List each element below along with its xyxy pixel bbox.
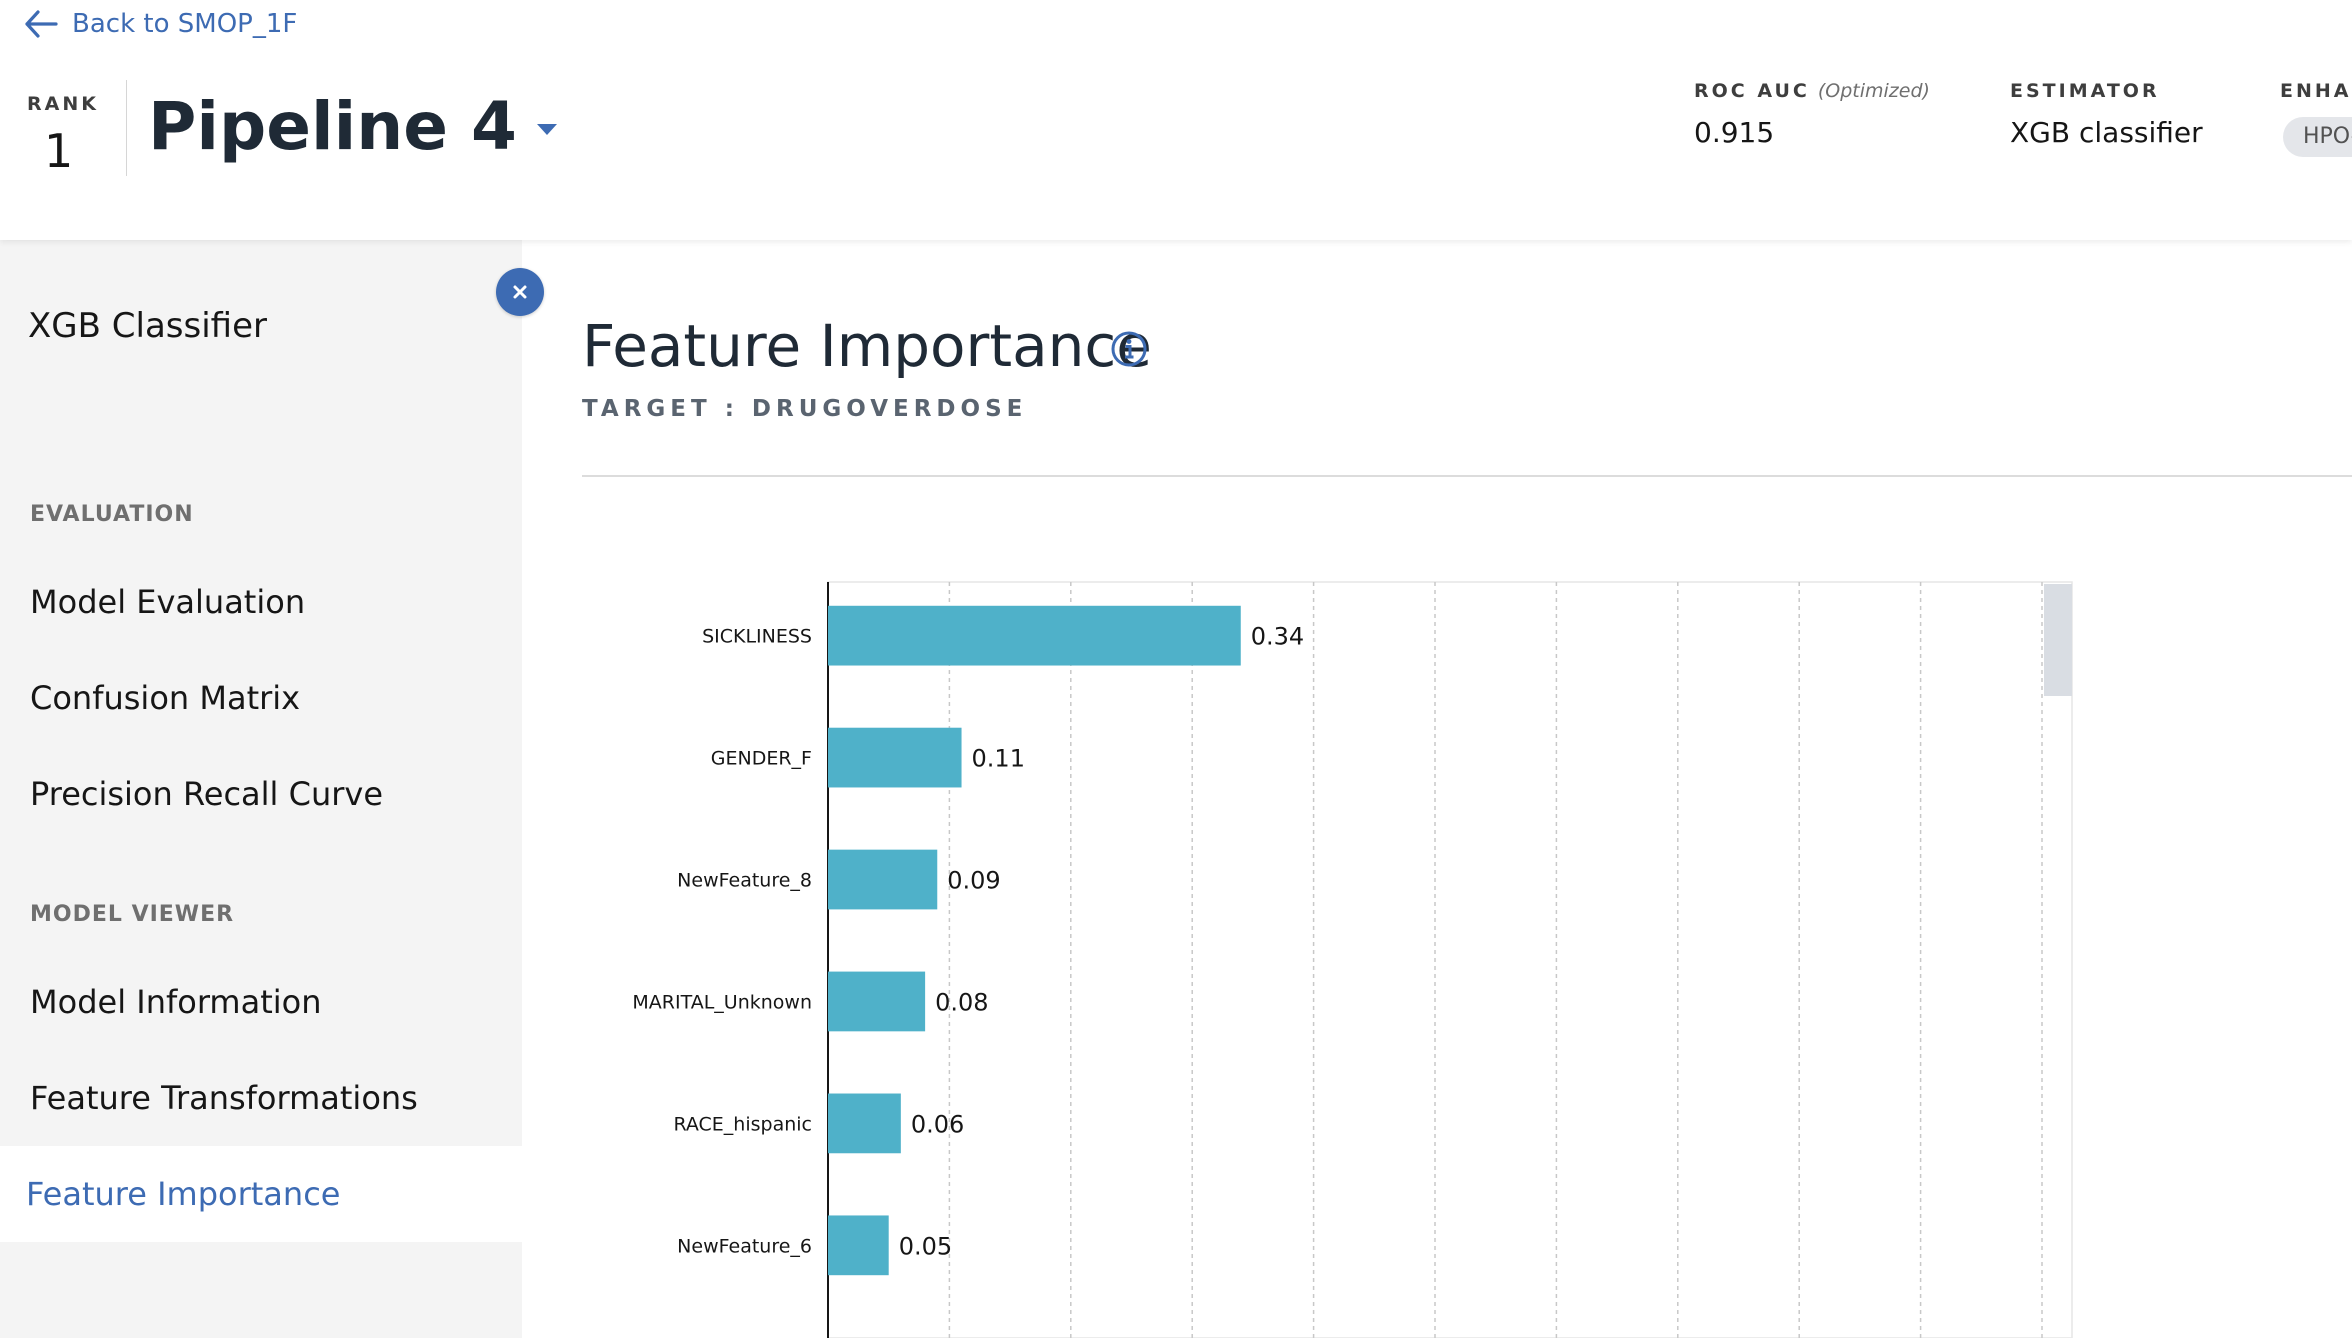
category-label: NewFeature_8: [677, 870, 812, 892]
value-label: 0.05: [899, 1232, 952, 1260]
enhancement-tag: HPO-: [2283, 117, 2352, 157]
nav-item-precision-recall-curve[interactable]: Precision Recall Curve: [0, 746, 522, 842]
back-link-label: Back to SMOP_1F: [72, 9, 298, 39]
category-label: RACE_hispanic: [673, 1113, 812, 1135]
rank-label: RANK: [27, 93, 99, 115]
section-label-evaluation: EVALUATION: [30, 502, 194, 527]
pipeline-selector[interactable]: Pipeline 4: [148, 88, 557, 165]
bar-newfeature-6: [828, 1215, 889, 1276]
nav-item-feature-importance[interactable]: Feature Importance: [0, 1146, 522, 1242]
bar-sickliness: [828, 605, 1241, 666]
chart-scrollbar-thumb[interactable]: [2044, 584, 2072, 696]
value-label: 0.34: [1251, 623, 1304, 651]
nav-item-confusion-matrix[interactable]: Confusion Matrix: [0, 650, 522, 746]
pipeline-title: Pipeline 4: [148, 88, 517, 165]
bar-newfeature-8: [828, 849, 938, 910]
category-label: NewFeature_6: [677, 1235, 812, 1257]
page-title: Feature Importance: [582, 312, 1152, 380]
value-label: 0.08: [935, 988, 988, 1016]
enhancements-block: ENHAI: [2280, 80, 2352, 102]
value-label: 0.09: [947, 867, 1000, 895]
arrow-left-icon: [25, 10, 58, 38]
divider: [582, 475, 2352, 477]
close-icon: [513, 285, 527, 299]
info-icon[interactable]: [1110, 330, 1148, 368]
feature-importance-chart: SICKLINESS 0.34 GENDER_F 0.11 NewFeature_8 0.…: [632, 581, 2073, 1338]
nav-item-model-information[interactable]: Model Information: [0, 954, 522, 1050]
page-header: Back to SMOP_1F RANK 1 Pipeline 4 ROC AU…: [0, 0, 2352, 240]
sidebar: XGB Classifier EVALUATION Model Evaluati…: [0, 240, 522, 1338]
category-label: GENDER_F: [711, 748, 812, 770]
category-label: SICKLINESS: [702, 626, 812, 648]
target-label: TARGET : DRUGOVERDOSE: [582, 396, 1028, 422]
section-label-model-viewer: MODEL VIEWER: [30, 902, 235, 927]
metric-block: ROC AUC (Optimized) 0.915: [1694, 80, 1930, 149]
category-label: MARITAL_Unknown: [632, 991, 812, 1013]
sidebar-title: XGB Classifier: [28, 306, 267, 346]
estimator-value: XGB classifier: [2010, 116, 2203, 149]
back-link[interactable]: Back to SMOP_1F: [24, 4, 297, 44]
value-label: 0.11: [972, 745, 1025, 773]
estimator-label: ESTIMATOR: [2010, 80, 2160, 102]
metric-label: ROC AUC: [1694, 80, 1810, 102]
bar-gender-f: [828, 727, 962, 788]
metric-value: 0.915: [1694, 116, 1775, 149]
chart-plot-frame: [827, 581, 2073, 1338]
estimator-block: ESTIMATOR XGB classifier: [2010, 80, 2203, 149]
nav-item-feature-transformations[interactable]: Feature Transformations: [0, 1050, 522, 1146]
metric-qualifier: (Optimized): [1817, 80, 1930, 102]
bar-marital-unknown: [828, 971, 926, 1032]
rank-value: 1: [44, 124, 74, 178]
bar-race-hispanic: [828, 1093, 901, 1154]
divider: [126, 80, 127, 176]
value-label: 0.06: [911, 1110, 964, 1138]
chevron-down-icon: [536, 124, 557, 135]
nav-item-model-evaluation[interactable]: Model Evaluation: [0, 554, 522, 650]
close-sidebar-button[interactable]: [496, 268, 544, 316]
enhancements-label: ENHAI: [2280, 80, 2352, 102]
